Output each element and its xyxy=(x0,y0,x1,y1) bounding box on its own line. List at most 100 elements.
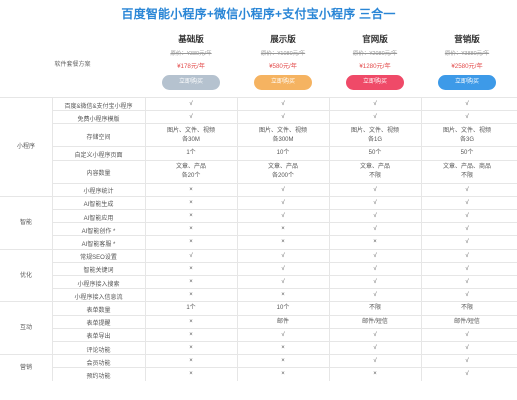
check-icon: √ xyxy=(281,114,285,121)
cross-icon: × xyxy=(281,371,285,378)
feature-value-line: 各30M xyxy=(182,136,200,143)
pricing-label: 软件套餐方案 xyxy=(54,62,91,68)
check-icon: √ xyxy=(373,331,377,338)
check-icon: √ xyxy=(465,265,469,272)
feature-row: 自定义小程序页面 1个 10个 50个 50个 xyxy=(52,146,517,159)
feature-row: AI智能客服 * × × × √ xyxy=(52,235,517,248)
feature-name: AI智能客服 * xyxy=(81,241,116,248)
check-icon: √ xyxy=(465,279,469,286)
plan-name: 展示版 xyxy=(270,34,296,44)
feature-name: 表单数量 xyxy=(86,307,111,314)
check-icon: √ xyxy=(465,358,469,365)
grid-divider xyxy=(421,97,422,381)
check-icon: √ xyxy=(189,252,193,259)
feature-value: 文章、产品、商品 不限 xyxy=(421,163,513,181)
cross-icon: × xyxy=(281,292,285,299)
cross-icon: × xyxy=(281,345,285,352)
buy-now-button[interactable]: 立即购买 xyxy=(162,75,220,90)
feature-value-line: 文章、产品 xyxy=(267,164,298,171)
check-icon: √ xyxy=(373,199,377,206)
check-icon: √ xyxy=(281,186,285,193)
check-icon: √ xyxy=(465,371,469,378)
buy-now-button[interactable]: 立即购买 xyxy=(254,75,312,90)
check-icon: √ xyxy=(465,101,469,108)
check-icon: √ xyxy=(373,252,377,259)
feature-row: 免费小程序模版 √ √ √ √ xyxy=(52,110,517,123)
feature-row: 小程序接入信息流 × × √ √ xyxy=(52,288,517,301)
plan-original-price: 原价：¥1080元/年 xyxy=(260,51,306,57)
feature-row: 小程序接入搜索 × √ √ √ xyxy=(52,275,517,288)
check-icon: √ xyxy=(465,213,469,220)
plan-price: ¥178元/年 xyxy=(177,63,205,70)
feature-name: 小程序接入搜索 xyxy=(77,281,120,288)
feature-value: 50个 xyxy=(460,150,474,157)
plan-price: ¥2580元/年 xyxy=(451,63,483,70)
feature-value-line: 各20个 xyxy=(181,173,201,180)
cross-icon: × xyxy=(281,226,285,233)
grid-divider xyxy=(145,97,146,381)
cross-icon: × xyxy=(189,358,193,365)
feature-row: 常规SEO设置 √ √ √ √ xyxy=(52,248,517,262)
check-icon: √ xyxy=(465,345,469,352)
feature-name: 内容数量 xyxy=(86,171,111,178)
feature-value-line: 图片、文件、视频 xyxy=(442,127,491,134)
feature-name: 表单导出 xyxy=(86,334,111,341)
cross-icon: × xyxy=(189,265,193,272)
feature-value: 1个 xyxy=(186,150,196,157)
check-icon: √ xyxy=(373,101,377,108)
feature-name: 预约功能 xyxy=(86,373,111,380)
plan-original-price: 原价：¥3880元/年 xyxy=(444,51,490,57)
feature-name: AI智能应用 xyxy=(83,215,114,222)
check-icon: √ xyxy=(373,292,377,299)
check-icon: √ xyxy=(189,114,193,121)
feature-value-line: 文章、产品 xyxy=(359,164,390,171)
feature-value: 1个 xyxy=(186,305,196,312)
cross-icon: × xyxy=(189,279,193,286)
feature-row: 智能关键词 × √ √ √ xyxy=(52,261,517,275)
check-icon: √ xyxy=(281,265,285,272)
feature-row: 表单提醒 × 邮件 邮件/短信 邮件/短信 xyxy=(52,314,517,328)
feature-row: 表单导出 × √ √ √ xyxy=(52,327,517,341)
check-icon: √ xyxy=(281,331,285,338)
category-label: 智能 xyxy=(0,195,52,249)
feature-row: 会员功能 × × √ √ xyxy=(52,354,517,367)
cross-icon: × xyxy=(281,358,285,365)
feature-name: 百度&微信&支付宝小程序 xyxy=(64,103,133,110)
feature-name: AI智能创作 * xyxy=(81,228,116,235)
feature-value: 图片、文件、视频 各300M xyxy=(237,127,329,145)
feature-value: 邮件/短信 xyxy=(454,318,480,325)
feature-row: 百度&微信&支付宝小程序 √ √ √ √ xyxy=(52,97,517,110)
feature-name: 常规SEO设置 xyxy=(80,255,117,262)
feature-row: AI智能创作 * × × √ √ xyxy=(52,222,517,235)
feature-name: 自定义小程序页面 xyxy=(74,152,123,159)
feature-name: AI智能生成 xyxy=(83,202,114,209)
check-icon: √ xyxy=(373,213,377,220)
feature-name: 评论功能 xyxy=(86,347,111,354)
check-icon: √ xyxy=(465,292,469,299)
buy-now-button[interactable]: 立即购买 xyxy=(346,75,404,90)
feature-value: 邮件/短信 xyxy=(362,318,388,325)
check-icon: √ xyxy=(373,265,377,272)
plan-name: 基础版 xyxy=(178,34,204,44)
feature-value: 不限 xyxy=(368,305,381,312)
feature-name: 小程序接入信息流 xyxy=(74,294,123,301)
cross-icon: × xyxy=(189,199,193,206)
cross-icon: × xyxy=(189,239,193,246)
cross-icon: × xyxy=(373,371,377,378)
plan-price: ¥580元/年 xyxy=(269,63,297,70)
check-icon: √ xyxy=(465,331,469,338)
plan-name: 官网版 xyxy=(362,34,388,44)
cross-icon: × xyxy=(189,345,193,352)
feature-name: 免费小程序模版 xyxy=(77,116,120,123)
plan-column: 官网版 原价：¥2080元/年 ¥1280元/年 立即购买 xyxy=(329,28,421,96)
cross-icon: × xyxy=(189,186,193,193)
buy-now-button[interactable]: 立即购买 xyxy=(438,75,496,90)
check-icon: √ xyxy=(373,114,377,121)
check-icon: √ xyxy=(465,239,469,246)
category-label: 营销 xyxy=(0,354,52,380)
feature-value-line: 图片、文件、视频 xyxy=(350,127,399,134)
feature-value-line: 各200个 xyxy=(271,173,294,180)
cross-icon: × xyxy=(189,371,193,378)
feature-name: 智能关键词 xyxy=(83,268,114,275)
plan-column: 展示版原价：¥1080元/年 ¥580元/年立即购买 xyxy=(237,28,329,96)
